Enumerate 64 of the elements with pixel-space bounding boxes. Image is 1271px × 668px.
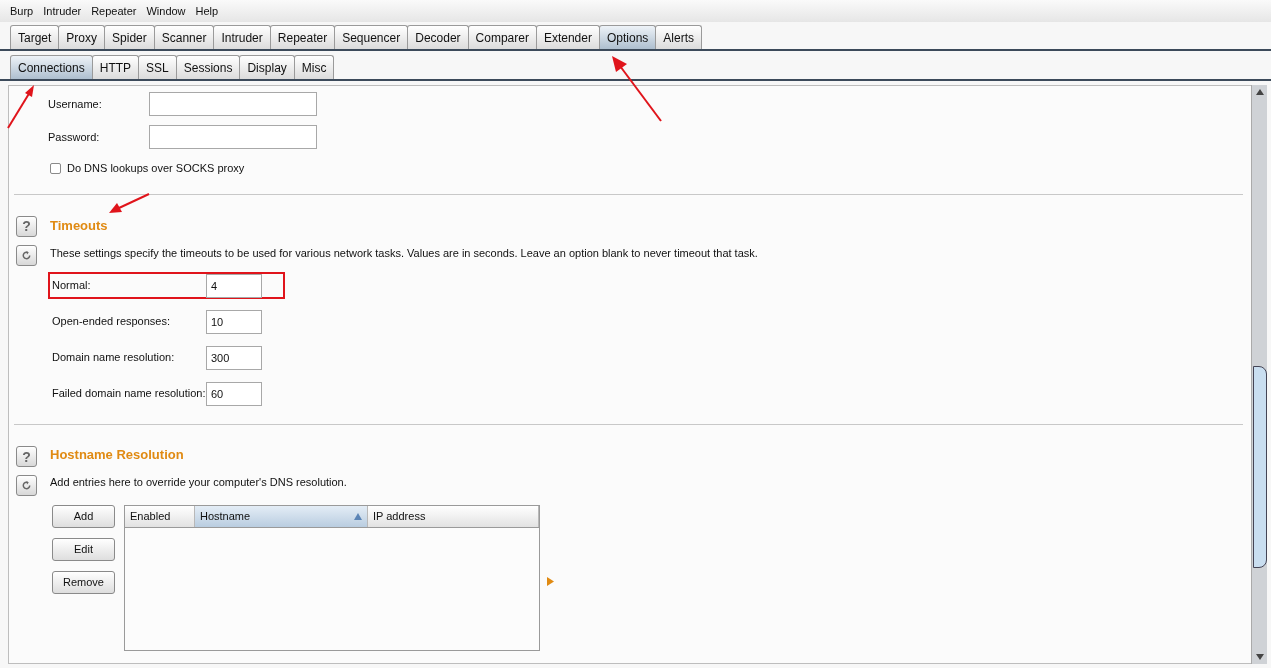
tab[interactable]: Sequencer	[334, 25, 409, 49]
field-label: Normal:	[52, 278, 92, 294]
reset-button[interactable]	[16, 244, 37, 266]
text-field[interactable]: 4	[206, 273, 262, 298]
menu-item[interactable]: Burp	[5, 2, 39, 20]
help-button[interactable]: ?	[16, 215, 37, 237]
section-description: Add entries here to override your computer's DNS resolution.	[50, 475, 348, 490]
help-button[interactable]: ?	[16, 446, 37, 467]
sort-ascending-icon	[354, 512, 362, 520]
annotation-arrow	[107, 192, 151, 216]
tab[interactable]: Extender	[535, 25, 600, 49]
reset-icon	[21, 249, 32, 261]
field-label: Open-ended responses:	[52, 314, 172, 330]
tab[interactable]: SSL	[138, 55, 177, 79]
tab[interactable]: Options	[598, 25, 657, 49]
reset-button[interactable]	[16, 475, 37, 496]
text-field[interactable]: 300	[206, 345, 262, 370]
scroll-down-icon[interactable]	[1255, 654, 1264, 660]
menu-item[interactable]: Help	[190, 2, 224, 20]
text-field[interactable]: 60	[206, 381, 262, 406]
tab[interactable]: Target	[10, 25, 60, 49]
column-header[interactable]: Enabled	[125, 505, 195, 527]
reset-icon	[21, 480, 32, 491]
expand-arrow-icon	[547, 577, 554, 586]
tab[interactable]: HTTP	[91, 55, 140, 79]
action-button[interactable]: Remove	[52, 570, 115, 594]
column-title: Enabled	[130, 508, 172, 524]
tab[interactable]: Intruder	[213, 25, 271, 49]
section-title: Timeouts	[50, 216, 108, 235]
field-label: Password:	[48, 129, 101, 145]
tab[interactable]: Repeater	[269, 25, 336, 49]
action-button[interactable]: Edit	[52, 537, 115, 561]
action-button[interactable]: Add	[52, 504, 115, 528]
scrollbar-thumb[interactable]	[1252, 366, 1267, 568]
menu-item[interactable]: Intruder	[38, 2, 87, 20]
menu-item[interactable]: Window	[141, 2, 191, 20]
menu-item[interactable]: Repeater	[86, 2, 142, 20]
section-title: Hostname Resolution	[50, 446, 184, 464]
tab[interactable]: Spider	[104, 25, 155, 49]
text-field[interactable]: 10	[206, 309, 262, 334]
tab[interactable]: Display	[239, 55, 295, 79]
tab[interactable]: Proxy	[58, 25, 106, 49]
checkbox[interactable]	[50, 162, 61, 174]
scroll-up-icon[interactable]	[1255, 89, 1264, 95]
field-label: Username:	[48, 96, 103, 112]
scrollbar[interactable]	[1251, 85, 1267, 664]
field-label: Domain name resolution:	[52, 350, 176, 366]
checkbox-label: Do DNS lookups over SOCKS proxy	[67, 161, 245, 176]
column-header[interactable]: Hostname	[195, 505, 368, 527]
tab[interactable]: Alerts	[655, 25, 702, 49]
field-label: Failed domain name resolution:	[52, 386, 206, 402]
text-field[interactable]	[149, 92, 317, 116]
tab[interactable]: Sessions	[175, 55, 241, 79]
tab[interactable]: Scanner	[153, 25, 215, 49]
tab[interactable]: Misc	[293, 55, 335, 79]
column-title: Hostname	[200, 508, 252, 524]
tab[interactable]: Connections	[10, 55, 93, 79]
tab[interactable]: Decoder	[407, 25, 469, 49]
column-title: IP address	[373, 508, 427, 524]
tab[interactable]: Comparer	[467, 25, 537, 49]
text-field[interactable]	[149, 125, 317, 149]
column-header[interactable]: IP address	[368, 505, 539, 527]
annotation-arrow	[6, 84, 36, 130]
section-description: These settings specify the timeouts to be used for various network tasks. Values are in seconds. Leave an option blank to never timeout that task.	[50, 245, 758, 261]
